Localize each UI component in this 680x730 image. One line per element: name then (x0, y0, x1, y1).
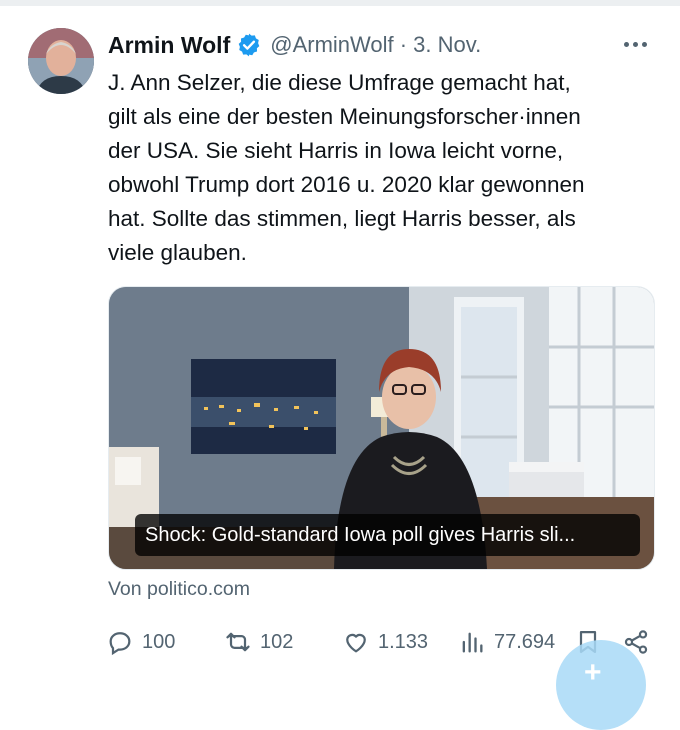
avatar[interactable] (28, 28, 94, 94)
reply-count: 100 (142, 630, 176, 653)
retweet-button[interactable]: 102 (224, 622, 293, 662)
views-button[interactable]: 77.694 (458, 622, 555, 662)
author-name[interactable]: Armin Wolf (108, 32, 230, 59)
like-button[interactable]: 1.133 (342, 622, 428, 662)
reply-button[interactable]: 100 (106, 622, 175, 662)
verified-badge-icon (236, 32, 262, 58)
card-caption[interactable]: Shock: Gold-standard Iowa poll gives Har… (135, 514, 640, 556)
views-bars-icon (462, 632, 483, 653)
card-source[interactable]: Von politico.com (108, 578, 250, 601)
handle-and-date[interactable]: @ArminWolf · 3. Nov. (270, 32, 481, 58)
retweet-count: 102 (260, 630, 294, 653)
heart-icon (346, 633, 366, 653)
like-count: 1.133 (378, 630, 429, 653)
tweet-header: Armin Wolf @ArminWolf · 3. Nov. (108, 28, 481, 62)
more-dots-icon[interactable] (618, 30, 652, 58)
tweet-text: J. Ann Selzer, die diese Umfrage gemacht… (108, 70, 585, 265)
top-divider (0, 0, 680, 6)
retweet-icon (226, 632, 250, 652)
views-count: 77.694 (494, 630, 556, 653)
compose-plus-icon: + (584, 656, 602, 689)
reply-icon (109, 632, 131, 656)
